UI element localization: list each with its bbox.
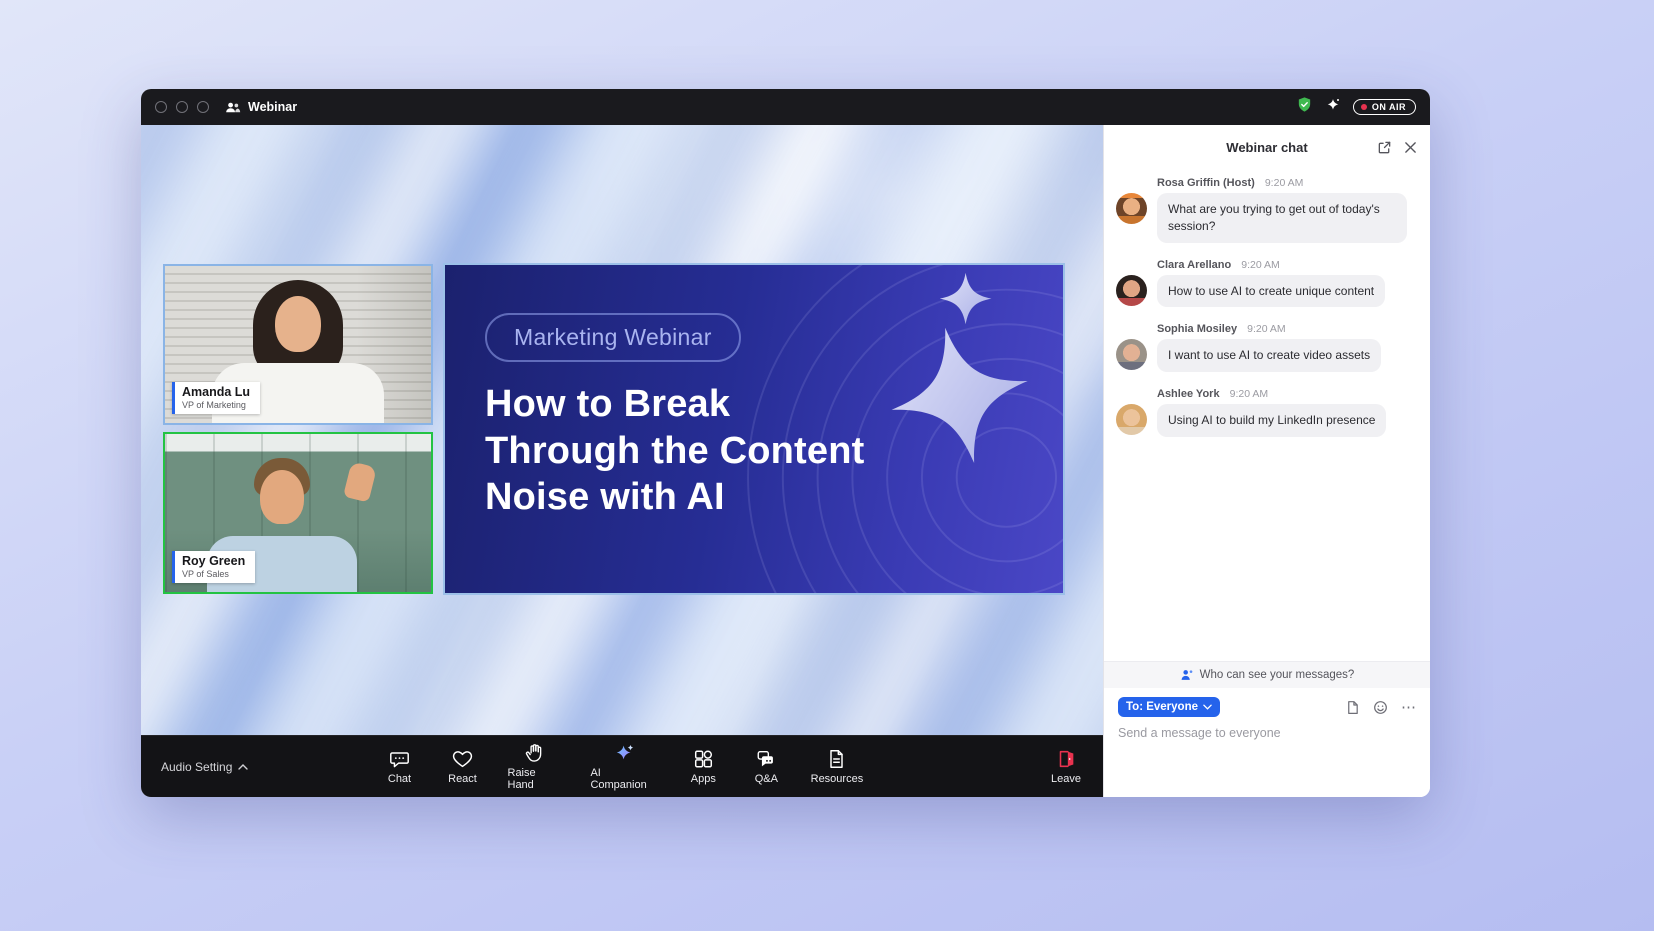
roy-name-badge: Roy Green VP of Sales	[172, 551, 255, 583]
message-time: 9:20 AM	[1265, 177, 1304, 189]
toolbar-item-label: Apps	[691, 773, 716, 785]
toolbar-chat-button[interactable]: Chat	[382, 748, 418, 785]
privacy-person-icon	[1180, 668, 1194, 682]
toolbar-item-label: AI Companion	[590, 767, 658, 791]
message-time: 9:20 AM	[1230, 388, 1269, 400]
window-minimize-button[interactable]	[176, 101, 188, 113]
recipient-label: To: Everyone	[1126, 701, 1198, 713]
on-air-label: ON AIR	[1372, 102, 1406, 112]
video-tile-roy[interactable]: Roy Green VP of Sales	[163, 432, 433, 594]
toolbar-item-label: Resources	[811, 773, 864, 785]
avatar	[1116, 404, 1147, 435]
qa-icon	[755, 748, 777, 770]
ai-sparkle-icon[interactable]	[1325, 97, 1341, 118]
security-shield-icon[interactable]	[1296, 96, 1313, 118]
close-icon[interactable]	[1404, 141, 1417, 154]
emoji-icon[interactable]	[1373, 700, 1388, 715]
toolbar-apps-button[interactable]: Apps	[685, 748, 721, 785]
composer	[1104, 721, 1430, 797]
chat-message-input[interactable]	[1118, 726, 1416, 740]
composer-controls: To: Everyone	[1104, 688, 1430, 721]
message-privacy-note[interactable]: Who can see your messages?	[1104, 661, 1430, 688]
avatar	[1116, 193, 1147, 224]
resources-icon	[826, 748, 848, 770]
on-air-dot	[1361, 104, 1367, 110]
raised-hand-icon	[524, 742, 546, 764]
pop-out-icon[interactable]	[1377, 140, 1392, 155]
participant-name: Amanda Lu	[182, 385, 250, 399]
apps-icon	[692, 748, 714, 770]
webinar-stage: Amanda Lu VP of Marketing Roy Green VP o…	[141, 125, 1103, 735]
window-title: Webinar	[225, 100, 297, 114]
amanda-name-badge: Amanda Lu VP of Marketing	[172, 382, 260, 414]
ai-companion-icon	[613, 742, 635, 764]
chat-title: Webinar chat	[1226, 140, 1307, 155]
avatar	[1116, 275, 1147, 306]
message-author: Ashlee York	[1157, 388, 1220, 400]
toolbar-item-label: React	[448, 773, 477, 785]
attach-file-icon[interactable]	[1345, 700, 1360, 715]
avatar	[1116, 339, 1147, 370]
video-tile-amanda[interactable]: Amanda Lu VP of Marketing	[163, 264, 433, 425]
participant-name: Roy Green	[182, 554, 245, 568]
window-close-button[interactable]	[155, 101, 167, 113]
chevron-up-icon	[238, 764, 248, 770]
toolbar-item-label: Leave	[1051, 773, 1081, 785]
leave-door-icon	[1055, 748, 1077, 770]
toolbar-qa-button[interactable]: Q&A	[748, 748, 784, 785]
chat-icon	[389, 748, 411, 770]
message-author: Rosa Griffin (Host)	[1157, 177, 1255, 189]
slide-title: How to Break Through the Content Noise w…	[485, 381, 965, 521]
heart-icon	[452, 748, 474, 770]
message-author: Clara Arellano	[1157, 259, 1231, 271]
toolbar-resources-button[interactable]: Resources	[811, 748, 862, 785]
chat-message: Rosa Griffin (Host) 9:20 AM What are you…	[1116, 177, 1416, 243]
audio-setting-label: Audio Setting	[161, 760, 232, 774]
participant-role: VP of Marketing	[182, 400, 250, 410]
chevron-down-icon	[1203, 704, 1212, 710]
toolbar-item-label: Q&A	[755, 773, 778, 785]
audio-setting-control[interactable]: Audio Setting	[161, 760, 248, 774]
chat-message-list: Rosa Griffin (Host) 9:20 AM What are you…	[1104, 169, 1430, 661]
message-time: 9:20 AM	[1247, 323, 1286, 335]
message-bubble: I want to use AI to create video assets	[1157, 339, 1381, 372]
leave-button[interactable]: Leave	[1051, 736, 1081, 797]
more-options-icon[interactable]: ⋯	[1401, 700, 1416, 715]
toolbar-item-label: Raise Hand	[508, 767, 564, 791]
window-zoom-button[interactable]	[197, 101, 209, 113]
message-bubble: How to use AI to create unique content	[1157, 275, 1385, 308]
toolbar-raise-hand-button[interactable]: Raise Hand	[508, 742, 564, 791]
window-controls	[155, 101, 209, 113]
meeting-toolbar: Audio Setting Chat	[141, 735, 1103, 797]
recipient-selector[interactable]: To: Everyone	[1118, 697, 1220, 717]
message-bubble: Using AI to build my LinkedIn presence	[1157, 404, 1386, 437]
privacy-note-label: Who can see your messages?	[1200, 669, 1355, 681]
chat-message: Ashlee York 9:20 AM Using AI to build my…	[1116, 388, 1416, 437]
window-title-label: Webinar	[248, 100, 297, 114]
participants-icon	[225, 101, 241, 114]
message-bubble: What are you trying to get out of today'…	[1157, 193, 1407, 243]
shared-presentation-slide: Marketing Webinar How to Break Through t…	[443, 263, 1065, 595]
message-author: Sophia Mosiley	[1157, 323, 1237, 335]
on-air-badge: ON AIR	[1353, 99, 1416, 115]
webinar-chat-panel: Webinar chat Rosa Gri	[1103, 125, 1430, 797]
chat-header: Webinar chat	[1104, 125, 1430, 169]
toolbar-item-label: Chat	[388, 773, 411, 785]
chat-message: Clara Arellano 9:20 AM How to use AI to …	[1116, 259, 1416, 308]
webinar-window: Webinar ON AIR	[141, 89, 1430, 797]
message-time: 9:20 AM	[1241, 259, 1280, 271]
titlebar: Webinar ON AIR	[141, 89, 1430, 125]
slide-badge: Marketing Webinar	[485, 313, 741, 362]
toolbar-ai-companion-button[interactable]: AI Companion	[590, 742, 658, 791]
participant-role: VP of Sales	[182, 569, 245, 579]
chat-message: Sophia Mosiley 9:20 AM I want to use AI …	[1116, 323, 1416, 372]
toolbar-react-button[interactable]: React	[445, 748, 481, 785]
